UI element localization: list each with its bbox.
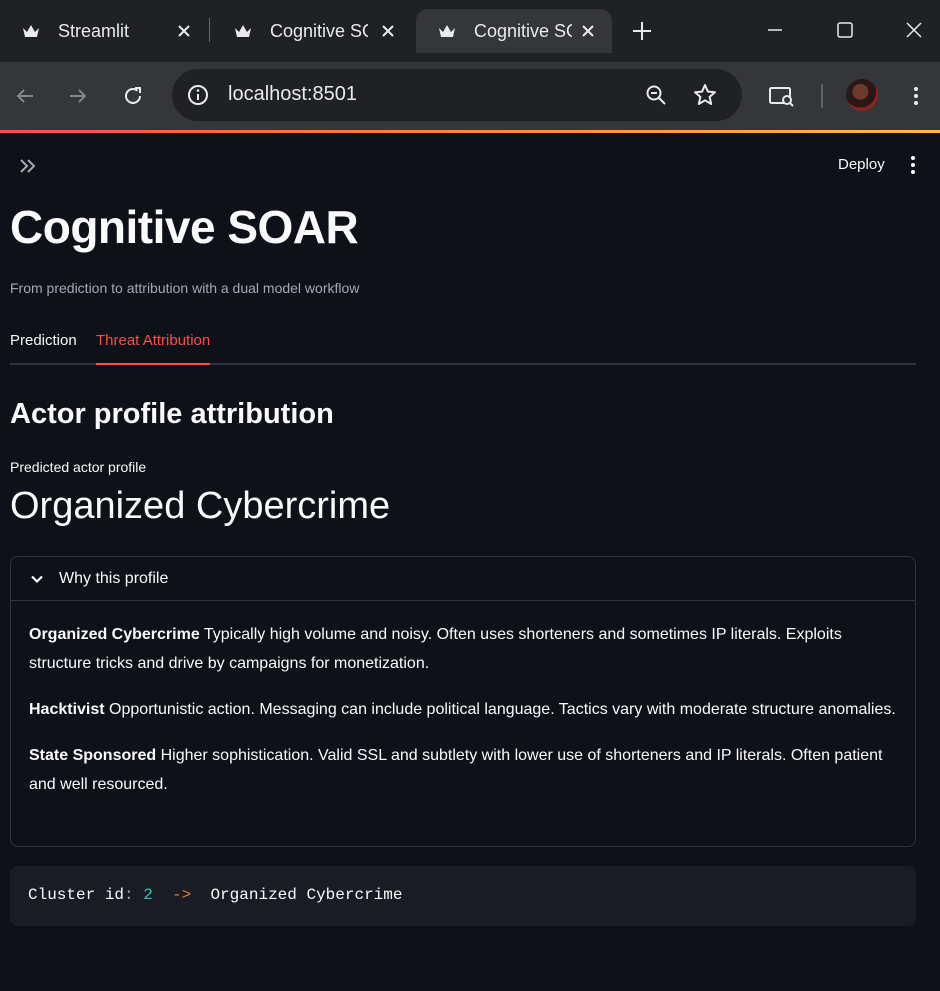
section-heading: Actor profile attribution xyxy=(10,398,334,430)
profile-text: Higher sophistication. Valid SSL and sub… xyxy=(29,747,883,793)
browser-tab-cognitive-soar[interactable]: Cognitive SOAR xyxy=(212,9,412,53)
profile-name: State Sponsored xyxy=(29,747,157,764)
maximize-icon[interactable] xyxy=(835,20,855,40)
profile-text: Opportunistic action. Messaging can incl… xyxy=(109,701,896,718)
metric-value: Organized Cybercrime xyxy=(10,485,391,527)
profile-name: Hacktivist xyxy=(29,701,105,718)
toolbar-divider xyxy=(821,84,823,108)
streamlit-crown-icon xyxy=(235,25,251,37)
url-text[interactable]: localhost:8501 xyxy=(228,83,357,106)
cast-search-icon[interactable] xyxy=(768,84,796,108)
profile-description: Organized Cybercrime Typically high volu… xyxy=(29,620,897,678)
new-tab-icon[interactable] xyxy=(631,20,653,42)
tab-divider xyxy=(209,18,210,42)
streamlit-crown-icon xyxy=(439,25,455,37)
expander-label: Why this profile xyxy=(59,569,169,587)
profile-description: State Sponsored Higher sophistication. V… xyxy=(29,741,897,799)
zoom-icon[interactable] xyxy=(644,83,668,107)
minimize-icon[interactable] xyxy=(765,20,785,40)
streamlit-crown-icon xyxy=(23,25,39,37)
tab-bar: Prediction Threat Attribution xyxy=(10,332,916,365)
code-arrow: -> xyxy=(172,886,192,904)
metric-label: Predicted actor profile xyxy=(10,459,147,475)
deploy-button[interactable]: Deploy xyxy=(838,156,885,173)
tab-prediction[interactable]: Prediction xyxy=(10,332,77,365)
bookmark-star-icon[interactable] xyxy=(692,82,718,108)
close-tab-icon[interactable] xyxy=(578,21,598,41)
page-subtitle: From prediction to attribution with a du… xyxy=(10,280,360,296)
close-tab-icon[interactable] xyxy=(174,21,194,41)
browser-tab-title: Cognitive SOAR xyxy=(474,20,572,41)
close-window-icon[interactable] xyxy=(904,20,924,40)
expander-body: Organized Cybercrime Typically high volu… xyxy=(11,601,915,799)
profile-description: Hacktivist Opportunistic action. Messagi… xyxy=(29,695,897,724)
reload-icon[interactable] xyxy=(121,84,145,108)
code-key: Cluster id xyxy=(28,886,125,904)
browser-tab-cognitive-soar-active[interactable]: Cognitive SOAR xyxy=(416,9,612,53)
code-colon: : xyxy=(124,886,134,904)
tab-threat-attribution[interactable]: Threat Attribution xyxy=(96,332,211,365)
chevron-down-icon xyxy=(31,575,43,583)
browser-tabstrip: Streamlit Cognitive SOAR Cognitive SOAR xyxy=(0,0,940,62)
browser-menu-icon[interactable] xyxy=(904,84,928,108)
expand-sidebar-icon[interactable] xyxy=(18,156,38,176)
code-result: Organized Cybercrime xyxy=(210,886,403,904)
code-cluster-value: 2 xyxy=(143,886,153,904)
expander-header[interactable]: Why this profile xyxy=(11,557,915,601)
profile-name: Organized Cybercrime xyxy=(29,626,200,643)
back-arrow-icon[interactable] xyxy=(13,84,37,108)
streamlit-loading-bar xyxy=(0,130,940,133)
main-menu-icon[interactable] xyxy=(905,155,921,175)
close-tab-icon[interactable] xyxy=(378,21,398,41)
forward-arrow-icon[interactable] xyxy=(66,84,90,108)
profile-avatar[interactable] xyxy=(846,79,878,111)
page-title: Cognitive SOAR xyxy=(10,201,359,253)
browser-tab-title: Streamlit xyxy=(58,20,130,41)
browser-tab-title: Cognitive SOAR xyxy=(270,20,368,41)
browser-tab-streamlit[interactable]: Streamlit xyxy=(0,9,208,53)
browser-toolbar: localhost:8501 xyxy=(0,62,940,130)
site-info-icon[interactable] xyxy=(186,83,210,107)
why-this-profile-expander: Why this profile Organized Cybercrime Ty… xyxy=(10,556,916,847)
address-bar[interactable]: localhost:8501 xyxy=(172,69,742,121)
cluster-code-block: Cluster id: 2 -> Organized Cybercrime xyxy=(10,866,916,926)
